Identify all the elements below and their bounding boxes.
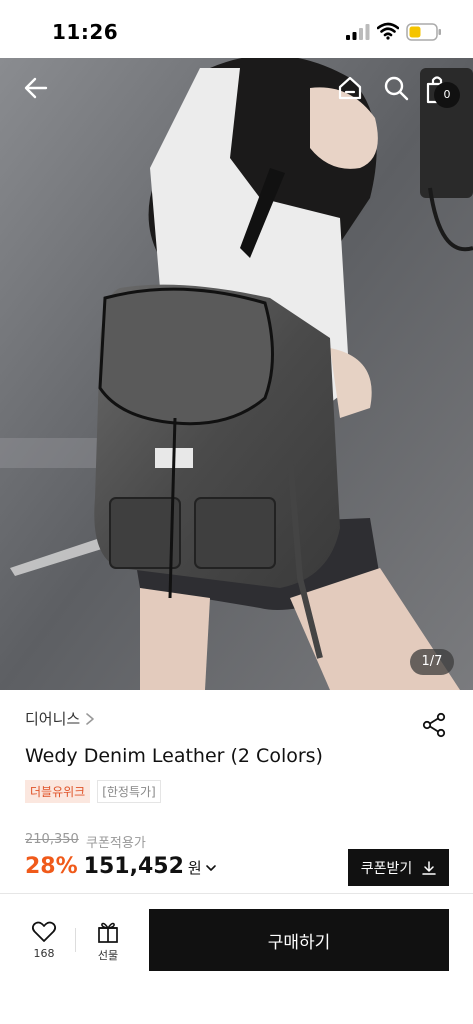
product-title: Wedy Denim Leather (2 Colors)	[25, 745, 323, 767]
battery-icon	[406, 23, 441, 41]
chevron-down-icon	[205, 865, 216, 871]
discount-rate: 28%	[25, 854, 78, 879]
status-bar: 11:26	[0, 0, 473, 58]
currency-label: 원	[187, 859, 202, 877]
divider	[0, 893, 473, 894]
heart-icon	[31, 921, 57, 942]
buy-button[interactable]: 구매하기	[149, 909, 449, 971]
buy-button-label: 구매하기	[267, 932, 331, 953]
chevron-right-icon	[86, 712, 95, 725]
status-time: 11:26	[52, 20, 119, 44]
like-count: 168	[33, 947, 55, 960]
search-icon[interactable]	[382, 74, 410, 102]
price-row[interactable]: 28% 151,452 원	[25, 854, 217, 879]
product-image[interactable]: 0 1/7	[0, 58, 473, 690]
home-icon[interactable]	[336, 74, 364, 102]
image-counter: 1/7	[410, 649, 454, 675]
gift-label: 선물	[97, 949, 119, 962]
product-photo	[0, 58, 473, 690]
share-icon[interactable]	[421, 712, 447, 738]
brand-link[interactable]: 디어니스	[25, 708, 96, 729]
coupon-price-label: 쿠폰적용가	[86, 836, 146, 851]
limited-deal-tag: [한정특가]	[97, 780, 161, 803]
original-price: 210,350	[25, 832, 79, 847]
download-icon	[422, 860, 437, 875]
sale-price: 151,452	[83, 854, 184, 879]
event-tag: 더블유위크	[25, 780, 91, 803]
back-arrow-icon[interactable]	[22, 74, 50, 102]
signal-icon	[346, 24, 370, 40]
coupon-button-label: 쿠폰받기	[360, 860, 413, 877]
gift-icon	[98, 922, 118, 943]
like-button[interactable]: 168	[24, 920, 64, 968]
tag-list: 더블유위크 [한정특가]	[25, 780, 161, 803]
coupon-download-button[interactable]: 쿠폰받기	[348, 849, 449, 886]
brand-name: 디어니스	[25, 710, 81, 728]
cart-count-badge[interactable]: 0	[434, 82, 460, 108]
gift-button[interactable]: 선물	[88, 920, 128, 968]
wifi-icon	[377, 22, 399, 40]
separator	[75, 928, 76, 952]
